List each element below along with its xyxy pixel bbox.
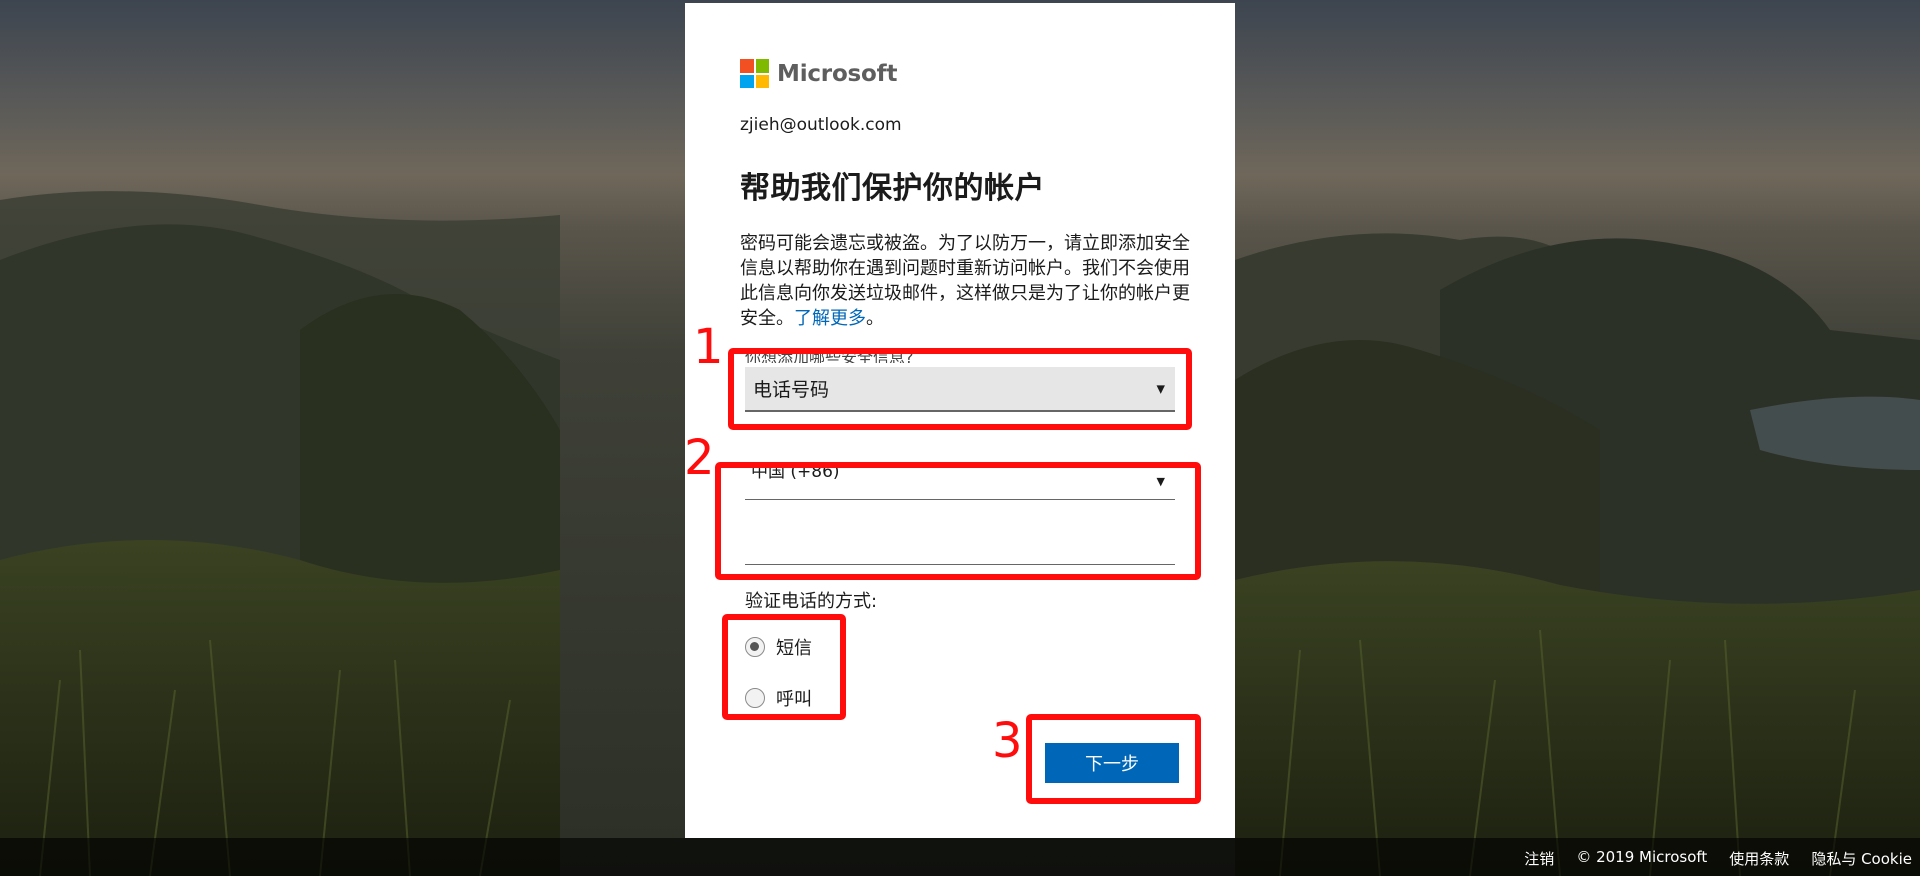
footer-signout-link[interactable]: 注销 [1524, 848, 1554, 869]
annotation-box-3 [1026, 714, 1201, 804]
footer-privacy-link[interactable]: 隐私与 Cookie [1811, 848, 1912, 869]
annotation-box-radios [722, 614, 846, 720]
annotation-box-2 [715, 462, 1201, 580]
description: 密码可能会遗忘或被盗。为了以防万一，请立即添加安全信息以帮助你在遇到问题时重新访… [740, 231, 1195, 331]
microsoft-logo: Microsoft [740, 58, 897, 89]
verify-method-label: 验证电话的方式: [745, 591, 878, 612]
annotation-number-2: 2 [684, 430, 715, 486]
microsoft-logo-icon [740, 59, 769, 88]
description-suffix: 。 [866, 308, 884, 329]
account-email: zjieh@outlook.com [740, 115, 902, 135]
footer-copyright: © 2019 Microsoft [1576, 848, 1708, 866]
learn-more-link[interactable]: 了解更多 [794, 308, 866, 329]
logo-square-green [755, 59, 769, 73]
logo-square-yellow [755, 74, 769, 88]
page-title: 帮助我们保护你的帐户 [740, 171, 1045, 206]
footer-bar: 注销 © 2019 Microsoft 使用条款 隐私与 Cookie [0, 838, 1920, 876]
footer-terms-link[interactable]: 使用条款 [1729, 848, 1789, 869]
annotation-number-1: 1 [693, 319, 724, 375]
logo-square-red [740, 59, 754, 73]
annotation-box-1 [728, 348, 1192, 430]
brand-name: Microsoft [777, 60, 898, 87]
annotation-number-3: 3 [992, 713, 1023, 769]
footer-links: 注销 © 2019 Microsoft 使用条款 隐私与 Cookie [1524, 848, 1912, 869]
logo-square-blue [740, 74, 754, 88]
